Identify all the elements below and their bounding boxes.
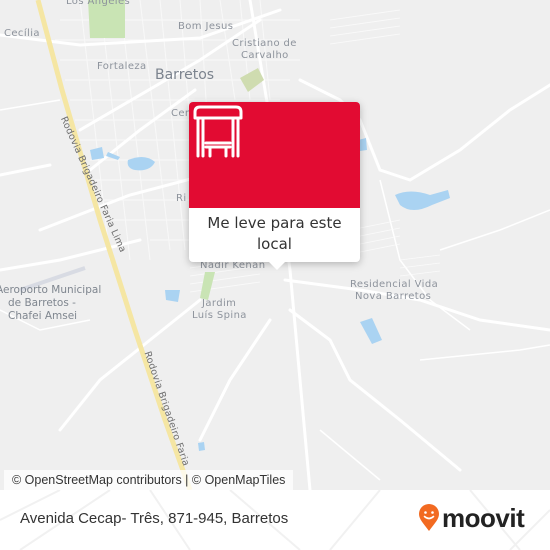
- map-label: Residencial Vida: [350, 279, 439, 290]
- map-label: Cristiano de: [232, 38, 297, 49]
- lake: [360, 318, 382, 344]
- location-popup[interactable]: Me leve para este local: [189, 102, 360, 270]
- map-label: Jardim: [202, 298, 237, 309]
- airport-label: Chafei Amsei: [8, 310, 78, 322]
- map-label: Carvalho: [241, 50, 289, 61]
- popup-pointer: [269, 262, 285, 270]
- bus-stop-icon: [193, 105, 243, 158]
- airport-label: de Barretos -: [8, 297, 76, 309]
- map[interactable]: Los Angeles Cecília Bom Jesus Cristiano …: [0, 0, 550, 490]
- lake: [90, 147, 104, 160]
- address-text: Avenida Cecap- Três, 871-945, Barretos: [20, 510, 289, 527]
- footer-bar: Avenida Cecap- Três, 871-945, Barretos m…: [0, 490, 550, 550]
- lake: [395, 190, 450, 210]
- map-label: Los Angeles: [66, 0, 131, 7]
- map-label: Luís Spina: [192, 310, 247, 321]
- city-label: Barretos: [155, 67, 215, 83]
- popup-action-label[interactable]: Me leve para este local: [189, 208, 360, 255]
- lake: [165, 290, 180, 302]
- popup-header[interactable]: [189, 102, 360, 208]
- moovit-logo[interactable]: moovit: [418, 503, 525, 533]
- map-label: Bom Jesus: [178, 21, 234, 32]
- brand-name: moovit: [442, 503, 525, 533]
- map-label: Fortaleza: [97, 61, 147, 72]
- moovit-pin-icon: [419, 504, 439, 531]
- park: [200, 272, 215, 300]
- map-label: Cecília: [4, 28, 40, 39]
- lake: [198, 442, 205, 451]
- airport-label: Aeroporto Municipal: [0, 284, 102, 296]
- map-label: Ri: [176, 193, 187, 204]
- lake: [127, 156, 155, 171]
- park: [240, 68, 264, 92]
- map-label: Nova Barretos: [355, 291, 432, 302]
- map-attribution[interactable]: © OpenStreetMap contributors | © OpenMap…: [4, 470, 294, 490]
